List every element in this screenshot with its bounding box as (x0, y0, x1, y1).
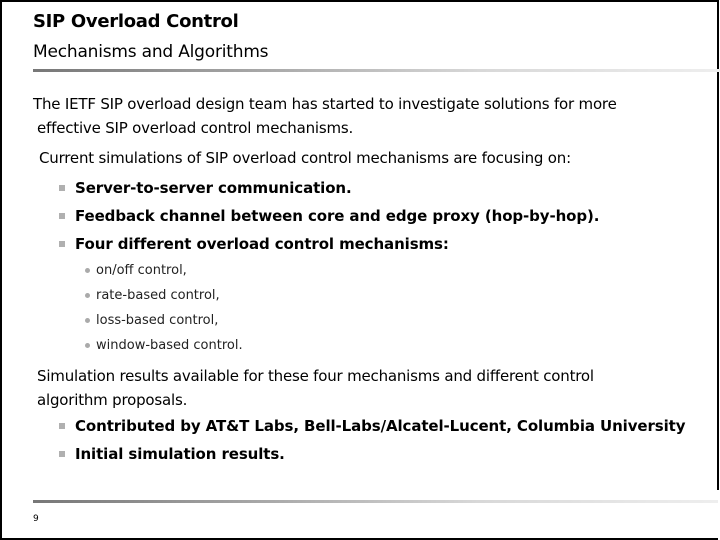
list-item-label: Contributed by AT&T Labs, Bell-Labs/Alca… (75, 417, 686, 435)
sub-list-item: on/off control, (85, 258, 703, 283)
intro-line-2: effective SIP overload control mechanism… (37, 119, 354, 137)
results-line-2: algorithm proposals. (37, 391, 188, 409)
results-paragraph: Simulation results available for these f… (33, 364, 703, 412)
square-bullet-icon (59, 241, 65, 247)
page-number: 9 (33, 514, 39, 524)
list-item-label: Server-to-server communication. (75, 179, 352, 197)
list-item: Four different overload control mechanis… (59, 230, 703, 258)
dot-bullet-icon (85, 293, 90, 298)
sub-list-item: window-based control. (85, 333, 703, 358)
sub-list-item: loss-based control, (85, 308, 703, 333)
list-item: Server-to-server communication. (59, 174, 703, 202)
square-bullet-icon (59, 213, 65, 219)
sub-list-item-label: loss-based control, (96, 313, 219, 328)
results-list: Contributed by AT&T Labs, Bell-Labs/Alca… (33, 412, 703, 468)
footer-divider (33, 500, 718, 503)
focus-heading: Current simulations of SIP overload cont… (39, 149, 571, 167)
sub-list-item-label: rate-based control, (96, 288, 220, 303)
intro-line-1: The IETF SIP overload design team has st… (33, 95, 617, 113)
mechanism-list: on/off control, rate-based control, loss… (33, 258, 703, 358)
sub-list-item-label: on/off control, (96, 263, 187, 278)
title-divider (33, 69, 720, 72)
square-bullet-icon (59, 451, 65, 457)
list-item: Contributed by AT&T Labs, Bell-Labs/Alca… (59, 412, 703, 440)
focus-list: Server-to-server communication. Feedback… (33, 174, 703, 258)
list-item-label: Feedback channel between core and edge p… (75, 207, 600, 225)
results-line-1: Simulation results available for these f… (37, 367, 594, 385)
sub-list-item: rate-based control, (85, 283, 703, 308)
list-item: Feedback channel between core and edge p… (59, 202, 703, 230)
slide-subtitle: Mechanisms and Algorithms (33, 42, 269, 62)
list-item-label: Four different overload control mechanis… (75, 235, 449, 253)
square-bullet-icon (59, 185, 65, 191)
dot-bullet-icon (85, 343, 90, 348)
sub-list-item-label: window-based control. (96, 338, 243, 353)
list-item: Initial simulation results. (59, 440, 703, 468)
intro-paragraph: The IETF SIP overload design team has st… (33, 92, 703, 140)
slide-right-border (717, 0, 719, 490)
slide-body: The IETF SIP overload design team has st… (33, 92, 703, 468)
slide-title: SIP Overload Control (33, 11, 239, 32)
square-bullet-icon (59, 423, 65, 429)
dot-bullet-icon (85, 318, 90, 323)
dot-bullet-icon (85, 268, 90, 273)
list-item-label: Initial simulation results. (75, 445, 285, 463)
